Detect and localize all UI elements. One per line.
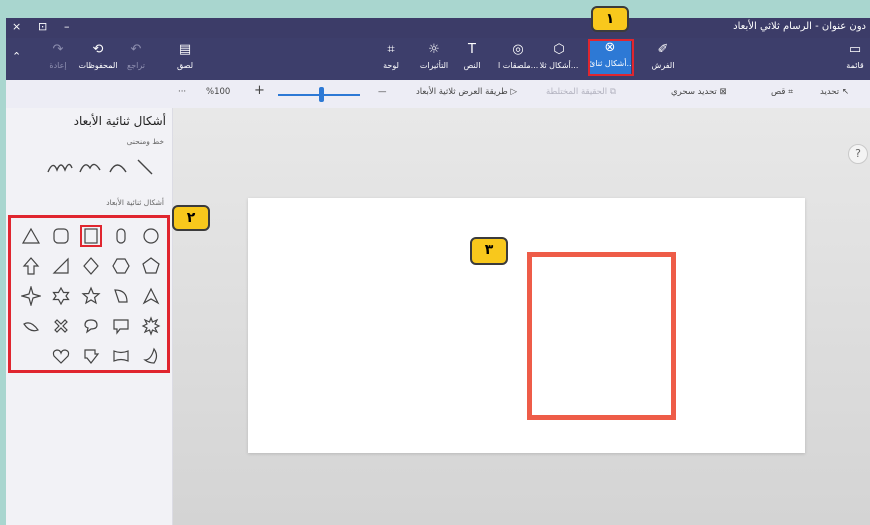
crop-label: قص	[771, 87, 786, 97]
close-icon[interactable]: ×	[12, 20, 21, 33]
back-icon[interactable]: ⊡	[38, 20, 47, 33]
stickers-button[interactable]: ◎ ملصقات ا...	[498, 42, 538, 72]
diamond-icon[interactable]	[81, 256, 101, 276]
zoom-in-button[interactable]: +	[254, 83, 265, 98]
multi-curve-icon[interactable]	[47, 163, 73, 173]
mixed-reality-icon: ⧉	[609, 87, 616, 97]
canvas-area: ?	[173, 108, 870, 525]
brushes-button[interactable]: ✐ الفرش	[643, 42, 683, 72]
view-3d-icon: ▷	[510, 87, 518, 97]
lines-section-label: خط ومنحنى	[126, 137, 164, 146]
cube-icon: ⬡	[553, 42, 565, 57]
paste-button[interactable]: ▤ لصق	[165, 42, 205, 72]
text-icon: T	[468, 42, 476, 57]
callout-two: ٢	[172, 205, 210, 231]
zoom-level[interactable]: %100	[206, 87, 230, 97]
shapes-panel: أشكال ثنائية الأبعاد خط ومنحنى أشكال ثنا…	[6, 108, 173, 525]
arrow-callout-icon[interactable]	[81, 346, 101, 366]
drawn-rectangle[interactable]	[527, 252, 676, 420]
toolbar: ··· %100 + — طريقة العرض ثلاثية الأبعاد …	[6, 80, 870, 109]
rounded-rectangle-icon[interactable]	[51, 226, 71, 246]
curve3-icon[interactable]	[79, 163, 101, 173]
cross-icon[interactable]	[51, 316, 71, 336]
drawing-canvas[interactable]	[248, 198, 805, 453]
effects-button[interactable]: ☼ التأثيرات	[414, 42, 454, 72]
minimize-icon[interactable]: –	[64, 20, 70, 33]
mixed-reality-label: الحقيقة المختلطة	[546, 87, 608, 97]
shapes-grid	[8, 215, 170, 373]
capsule-icon[interactable]	[111, 226, 131, 246]
callout-three: ٣	[470, 237, 508, 265]
six-point-star-icon[interactable]	[51, 286, 71, 306]
title-bar: × ⊡ – دون عنوان - الرسام ثلاثي الأبعاد	[6, 18, 870, 38]
five-point-star-icon[interactable]	[81, 286, 101, 306]
history-button[interactable]: ⟲ المحفوظات	[78, 42, 118, 72]
burst-icon[interactable]	[141, 316, 161, 336]
rectangle-icon[interactable]	[80, 225, 102, 247]
quarter-circle-icon[interactable]	[111, 286, 131, 306]
paste-icon: ▤	[178, 42, 192, 57]
select-label: تحديد	[820, 87, 840, 97]
line-tools	[46, 156, 156, 178]
hexagon-icon[interactable]	[111, 256, 131, 276]
crop-icon: ⌗	[788, 87, 793, 97]
menu-button[interactable]: ▭ قائمة	[840, 42, 870, 72]
magic-select-icon: ⊠	[719, 87, 727, 97]
line-icon[interactable]	[137, 159, 153, 175]
history-icon: ⟲	[92, 42, 104, 57]
magic-select-label: تحديد سحري	[671, 87, 717, 97]
shapes-section-label: أشكال ثنائية الأبعاد	[106, 198, 164, 207]
panel-title: أشكال ثنائية الأبعاد	[73, 114, 166, 128]
redo-icon: ↷	[52, 42, 64, 57]
arrow-up-icon[interactable]	[21, 256, 41, 276]
help-button[interactable]: ?	[848, 144, 868, 164]
undo-button[interactable]: ↶ تراجع	[116, 42, 156, 72]
more-options-button[interactable]: ···	[178, 87, 186, 97]
heart-icon[interactable]	[51, 346, 71, 366]
ribbon: ⌃ ↷ إعادة ⟲ المحفوظات ↶ تراجع ▤ لصق ⌗ لو…	[6, 38, 870, 80]
menu-icon: ▭	[848, 42, 862, 57]
magic-select-button[interactable]: تحديد سحري ⊠	[671, 87, 727, 97]
zoom-out-button[interactable]: —	[378, 87, 387, 97]
pentagon-icon[interactable]	[141, 256, 161, 276]
right-triangle-icon[interactable]	[51, 256, 71, 276]
banner-icon[interactable]	[111, 346, 131, 366]
collapse-ribbon-icon[interactable]: ⌃	[12, 50, 21, 63]
effects-icon: ☼	[428, 42, 440, 57]
shapes3d-button[interactable]: ⬡ أشكال ثلا...	[539, 42, 579, 72]
window-title: دون عنوان - الرسام ثلاثي الأبعاد	[733, 21, 866, 32]
callout-one: ١	[591, 6, 629, 32]
select-button[interactable]: تحديد ↖	[820, 87, 849, 97]
zoom-slider-thumb[interactable]	[319, 87, 324, 102]
circle-icon[interactable]	[141, 226, 161, 246]
canvas-icon: ⌗	[387, 42, 395, 57]
brush-icon: ✐	[657, 42, 669, 57]
triangle-icon[interactable]	[21, 226, 41, 246]
undo-icon: ↶	[130, 42, 142, 57]
mixed-reality-button[interactable]: الحقيقة المختلطة ⧉	[546, 87, 616, 97]
crescent-icon[interactable]	[141, 346, 161, 366]
square-callout-icon[interactable]	[111, 316, 131, 336]
paint3d-window: × ⊡ – دون عنوان - الرسام ثلاثي الأبعاد ⌃…	[6, 18, 870, 525]
four-point-star-icon[interactable]	[21, 286, 41, 306]
highlight-shapes2d	[588, 39, 634, 76]
curve-icon[interactable]	[109, 164, 127, 173]
text-button[interactable]: T النص	[452, 42, 492, 72]
stickers-icon: ◎	[512, 42, 524, 57]
redo-button[interactable]: ↷ إعادة	[38, 42, 78, 72]
leaf-icon[interactable]	[21, 316, 41, 336]
crop-button[interactable]: قص ⌗	[771, 87, 793, 97]
select-icon: ↖	[841, 87, 849, 97]
view-3d-button[interactable]: طريقة العرض ثلاثية الأبعاد ▷	[416, 87, 517, 97]
speech-bubble-icon[interactable]	[81, 316, 101, 336]
view-3d-label: طريقة العرض ثلاثية الأبعاد	[416, 87, 508, 97]
chevron-shape-icon[interactable]	[141, 286, 161, 306]
canvas-button[interactable]: ⌗ لوحة	[371, 42, 411, 72]
